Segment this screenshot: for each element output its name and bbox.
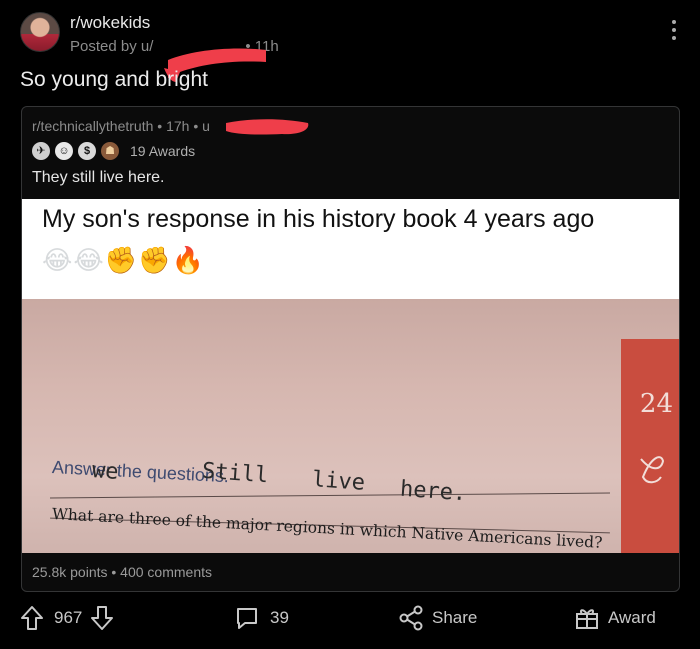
crosspost-meta: r/technicallythetruth • 17h • u — [32, 118, 210, 134]
handwritten-word: here. — [399, 476, 468, 507]
page-number: 24 — [639, 389, 673, 419]
crosspost-card[interactable]: r/technicallythetruth • 17h • u ✈ ☺ $ ☗ … — [21, 106, 680, 592]
post-header: r/wokekids Posted by u/• 11h — [20, 12, 680, 82]
action-bar: 967 39 Share Award — [20, 602, 680, 636]
crosspost-subreddit[interactable]: r/technicallythetruth — [32, 118, 153, 134]
posted-by-prefix: Posted by u/ — [70, 38, 154, 55]
crosspost-body: They still live here. — [32, 169, 165, 186]
downvote-icon[interactable] — [90, 605, 114, 631]
page-edge — [621, 339, 679, 553]
award-label: Award — [608, 608, 656, 627]
upvote-icon[interactable] — [20, 605, 44, 631]
vote-count: 967 — [54, 608, 83, 627]
comment-icon — [237, 608, 257, 629]
awards-count: 19 Awards — [130, 143, 196, 159]
share-icon — [399, 605, 423, 631]
post-title[interactable]: So young and bright — [20, 68, 208, 92]
page-decoration-icon — [640, 456, 665, 484]
handwritten-word: live — [311, 467, 366, 496]
share-button[interactable]: Share — [398, 602, 477, 634]
crosspost-time: • 17h • — [157, 118, 199, 134]
vote-group: 967 — [20, 602, 114, 634]
red-redaction-scribble — [226, 119, 309, 135]
more-options-icon[interactable] — [668, 20, 680, 44]
award-icon: ☺ — [55, 142, 73, 160]
worksheet-photo: 24 Answer the questions. What are three … — [22, 299, 679, 553]
image-emojis: 😂😂✊✊🔥 — [42, 245, 205, 275]
handwritten-word: Still — [201, 458, 270, 489]
subreddit-name[interactable]: r/wokekids — [70, 13, 150, 33]
handwritten-word: we — [91, 458, 120, 485]
awards-row[interactable]: ✈ ☺ $ ☗ 19 Awards — [32, 141, 195, 161]
crosspost-stats[interactable]: 25.8k points • 400 comments — [32, 564, 212, 580]
award-button[interactable]: Award — [574, 602, 656, 634]
subreddit-avatar[interactable] — [20, 12, 60, 52]
award-icon: ☗ — [101, 142, 119, 160]
image-caption-area: My son's response in his history book 4 … — [22, 199, 679, 299]
award-icon: ✈ — [32, 142, 50, 160]
gift-icon — [576, 609, 598, 629]
comment-count: 39 — [270, 608, 289, 627]
image-caption: My son's response in his history book 4 … — [42, 205, 595, 233]
worksheet-question: What are three of the major regions in w… — [51, 505, 603, 552]
crosspost-user-prefix: u — [202, 118, 210, 134]
award-icon: $ — [78, 142, 96, 160]
comments-button[interactable]: 39 — [234, 602, 289, 634]
share-label: Share — [432, 608, 478, 627]
post-image[interactable]: My son's response in his history book 4 … — [22, 199, 679, 553]
